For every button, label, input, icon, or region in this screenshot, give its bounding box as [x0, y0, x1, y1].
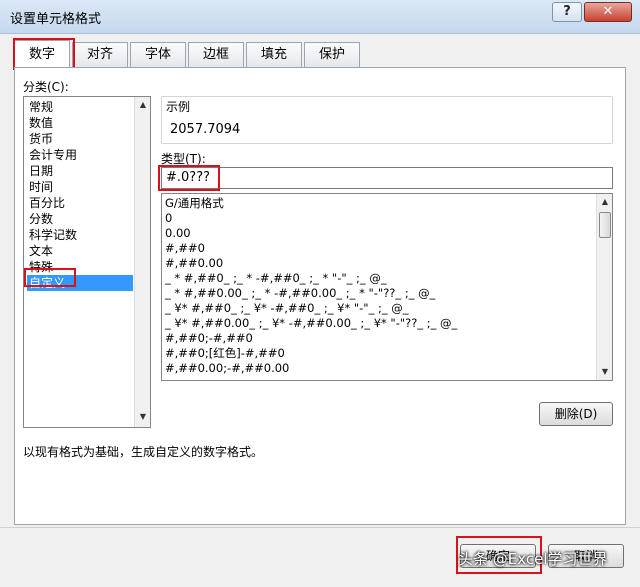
category-item-number[interactable]: 数值 — [27, 115, 133, 131]
format-item[interactable]: 0.00 — [165, 226, 191, 241]
format-item[interactable]: _ ¥* #,##0_ ;_ ¥* -#,##0_ ;_ ¥* "-"_ ;_ … — [165, 301, 409, 316]
help-button[interactable]: ? — [552, 2, 582, 22]
tab-protection[interactable]: 保护 — [304, 42, 360, 68]
scroll-up-icon[interactable]: ▲ — [599, 196, 611, 208]
format-item[interactable]: G/通用格式 — [165, 196, 224, 211]
tab-fill[interactable]: 填充 — [246, 42, 302, 68]
category-scrollbar[interactable]: ▲ ▼ — [134, 97, 150, 427]
scroll-thumb[interactable] — [599, 212, 611, 238]
category-item-percentage[interactable]: 百分比 — [27, 195, 133, 211]
scroll-down-icon[interactable]: ▼ — [599, 366, 611, 378]
category-item-scientific[interactable]: 科学记数 — [27, 227, 133, 243]
category-item-general[interactable]: 常规 — [27, 99, 133, 115]
title-bar: 设置单元格格式 ? ✕ — [0, 0, 640, 34]
category-item-currency[interactable]: 货币 — [27, 131, 133, 147]
category-item-special[interactable]: 特殊 — [27, 259, 133, 275]
type-input[interactable]: #.0??? — [161, 167, 613, 189]
tab-alignment[interactable]: 对齐 — [72, 42, 128, 68]
sample-value: 2057.7094 — [170, 122, 241, 137]
close-button[interactable]: ✕ — [584, 2, 632, 22]
format-item[interactable]: #,##0;[红色]-#,##0 — [165, 346, 285, 361]
format-item[interactable]: #,##0.00 — [165, 256, 223, 271]
category-item-fraction[interactable]: 分数 — [27, 211, 133, 227]
format-item[interactable]: #,##0 — [165, 241, 205, 256]
format-item[interactable]: _ ¥* #,##0.00_ ;_ ¥* -#,##0.00_ ;_ ¥* "-… — [165, 316, 457, 331]
divider — [0, 527, 640, 528]
scroll-down-icon[interactable]: ▼ — [137, 411, 149, 423]
tab-border[interactable]: 边框 — [188, 42, 244, 68]
format-item[interactable]: #,##0;-#,##0 — [165, 331, 253, 346]
category-item-time[interactable]: 时间 — [27, 179, 133, 195]
category-list[interactable]: 常规 数值 货币 会计专用 日期 时间 百分比 分数 科学记数 文本 特殊 自定… — [23, 96, 151, 428]
category-item-custom[interactable]: 自定义 — [27, 275, 133, 291]
scroll-up-icon[interactable]: ▲ — [137, 99, 149, 111]
format-scrollbar[interactable]: ▲ ▼ — [596, 194, 612, 380]
delete-button[interactable]: 删除(D) — [539, 402, 613, 426]
format-item[interactable]: _ * #,##0.00_ ;_ * -#,##0.00_ ;_ * "-"??… — [165, 286, 435, 301]
category-item-text[interactable]: 文本 — [27, 243, 133, 259]
format-list[interactable]: G/通用格式 0 0.00 #,##0 #,##0.00 _ * #,##0_ … — [161, 193, 613, 381]
category-label: 分类(C): — [23, 80, 69, 94]
watermark: 头条 @Excel学习世界 — [458, 550, 608, 568]
category-item-date[interactable]: 日期 — [27, 163, 133, 179]
description-text: 以现有格式为基础，生成自定义的数字格式。 — [23, 445, 264, 459]
category-item-accounting[interactable]: 会计专用 — [27, 147, 133, 163]
tab-number[interactable]: 数字 — [14, 40, 70, 68]
type-label: 类型(T): — [161, 152, 206, 166]
format-item[interactable]: 0 — [165, 211, 172, 226]
dialog-title: 设置单元格格式 — [10, 12, 102, 27]
format-item[interactable]: #,##0.00;-#,##0.00 — [165, 361, 289, 376]
tab-font[interactable]: 字体 — [130, 42, 186, 68]
sample-label: 示例 — [166, 100, 191, 114]
format-item[interactable]: _ * #,##0_ ;_ * -#,##0_ ;_ * "-"_ ;_ @_ — [165, 271, 387, 286]
